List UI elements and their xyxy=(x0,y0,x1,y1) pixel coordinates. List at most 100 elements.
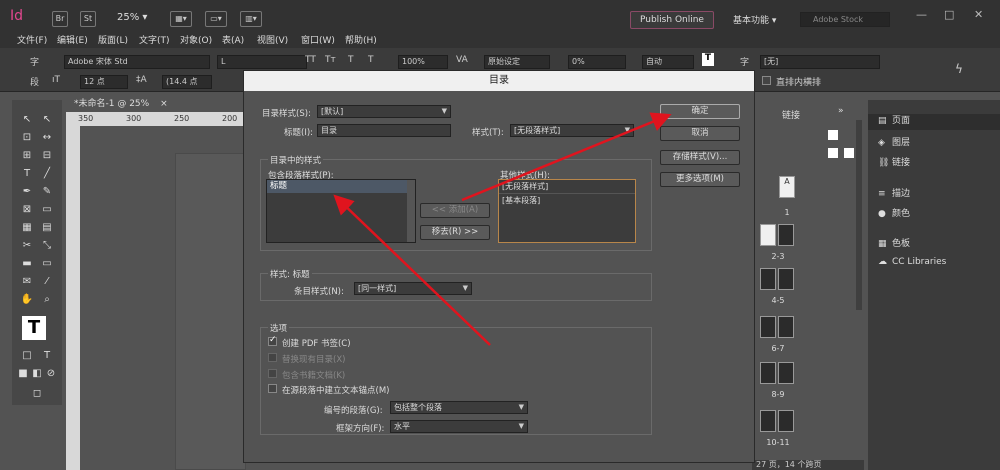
menu-object[interactable]: 对象(O) xyxy=(180,33,212,46)
view-options-icon[interactable]: ▦▾ xyxy=(170,11,192,27)
superscript-button[interactable]: T xyxy=(348,55,354,65)
character-style-field[interactable]: [无] xyxy=(760,55,880,69)
arrange-documents-icon[interactable]: ▥▾ xyxy=(240,11,262,27)
fill-stroke-swatch-icon[interactable]: T xyxy=(22,316,46,340)
content-collector-icon[interactable]: ⊞ xyxy=(20,150,34,162)
selection-tool-icon[interactable]: ↖ xyxy=(20,114,34,126)
auto-field[interactable]: 自动 xyxy=(642,55,694,69)
entry-style-select[interactable]: [同一样式] ▼ xyxy=(354,282,472,295)
parent-page-thumb[interactable] xyxy=(828,148,838,158)
pdf-bookmarks-checkbox[interactable] xyxy=(268,335,277,346)
eyedropper-tool-icon[interactable]: ⁄ xyxy=(40,276,54,288)
remove-button[interactable]: 移去(R) >> xyxy=(420,225,490,240)
font-style-field[interactable]: L xyxy=(217,55,307,69)
include-list-scrollbar[interactable] xyxy=(407,180,415,242)
scissors-tool-icon[interactable]: ✂ xyxy=(20,240,34,252)
list-item[interactable]: 标题 xyxy=(267,180,415,193)
line-tool-icon[interactable]: ╱ xyxy=(40,168,54,180)
vertical-in-horizontal-checkbox[interactable] xyxy=(762,76,771,85)
pencil-tool-icon[interactable]: ✎ xyxy=(40,186,54,198)
apply-gradient-icon[interactable]: ◧ xyxy=(30,368,44,380)
note-tool-icon[interactable]: ✉ xyxy=(20,276,34,288)
gradient-feather-tool-icon[interactable]: ▭ xyxy=(40,258,54,270)
font-size-field[interactable]: 12 点 xyxy=(80,75,128,89)
stock-search-input[interactable]: Adobe Stock xyxy=(800,12,890,27)
menu-file[interactable]: 文件(F) xyxy=(17,33,47,46)
rectangle-tool-icon[interactable]: ▭ xyxy=(40,204,54,216)
replace-toc-checkbox[interactable] xyxy=(268,353,277,362)
publish-online-button[interactable]: Publish Online xyxy=(630,11,714,29)
zoom-tool-icon[interactable]: ⌕ xyxy=(40,294,54,306)
layers-panel-button[interactable]: ◈ 图层 xyxy=(878,135,910,148)
menu-help[interactable]: 帮助(H) xyxy=(345,33,377,46)
cc-libraries-panel-button[interactable]: ☁ CC Libraries xyxy=(878,257,946,267)
workspace-switcher[interactable]: 基本功能 ▾ xyxy=(733,13,776,26)
page-thumb-9[interactable] xyxy=(778,362,794,384)
all-caps-button[interactable]: TT xyxy=(305,55,316,65)
other-styles-list[interactable]: [无段落样式] [基本段落] xyxy=(498,179,636,243)
include-book-checkbox[interactable] xyxy=(268,369,277,378)
direct-selection-tool-icon[interactable]: ↖ xyxy=(40,114,54,126)
ok-button[interactable]: 确定 xyxy=(660,104,740,119)
swatches-panel-button[interactable]: ▦ 色板 xyxy=(878,236,910,249)
font-family-field[interactable]: Adobe 宋体 Std xyxy=(64,55,210,69)
table-tool-icon[interactable]: ▦ xyxy=(20,222,34,234)
small-caps-button[interactable]: Tт xyxy=(325,55,336,65)
minimize-icon[interactable]: — xyxy=(916,8,927,21)
formatting-text-icon[interactable]: T xyxy=(40,350,54,362)
list-item[interactable]: [无段落样式] xyxy=(499,180,635,194)
page-tool-icon[interactable]: ⊡ xyxy=(20,132,34,144)
add-button[interactable]: << 添加(A) xyxy=(420,203,490,218)
include-styles-list[interactable]: 标题 xyxy=(266,179,416,243)
hand-tool-icon[interactable]: ✋ xyxy=(20,294,34,306)
screen-mode-icon[interactable]: ▭▾ xyxy=(205,11,227,27)
page-thumb-6[interactable] xyxy=(760,316,776,338)
free-transform-tool-icon[interactable]: ⤡ xyxy=(40,240,54,252)
page-thumb-3[interactable] xyxy=(778,224,794,246)
paragraph-mode-label[interactable]: 段 xyxy=(30,75,39,88)
toc-style-select[interactable]: [默认] ▼ xyxy=(317,105,451,118)
page-thumb-5[interactable] xyxy=(778,268,794,290)
panel-collapse-icon[interactable]: » xyxy=(838,106,844,116)
zoom-level-select[interactable]: 25% ▾ xyxy=(117,12,147,23)
title-style-select[interactable]: [无段落样式] ▼ xyxy=(510,124,634,137)
pages-panel-button[interactable]: ▤ 页面 xyxy=(868,114,1000,130)
rectangle-frame-tool-icon[interactable]: ⊠ xyxy=(20,204,34,216)
horizontal-scale-field[interactable]: 100% xyxy=(398,55,448,69)
content-placer-icon[interactable]: ⊟ xyxy=(40,150,54,162)
page-thumb-2[interactable] xyxy=(760,224,776,246)
links-panel-button[interactable]: ⛓ 链接 xyxy=(878,155,910,168)
character-mode-label[interactable]: 字 xyxy=(30,55,39,68)
formatting-container-icon[interactable]: □ xyxy=(20,350,34,362)
maximize-icon[interactable]: □ xyxy=(944,8,954,21)
menu-view[interactable]: 视图(V) xyxy=(257,33,288,46)
kerning-field[interactable]: 原始设定 xyxy=(484,55,550,69)
apply-none-icon[interactable]: ⊘ xyxy=(44,368,58,380)
gradient-swatch-tool-icon[interactable]: ▬ xyxy=(20,258,34,270)
text-color-icon[interactable]: T xyxy=(702,53,714,66)
page-thumb-11[interactable] xyxy=(778,410,794,432)
page-thumb-4[interactable] xyxy=(760,268,776,290)
apply-color-icon[interactable]: ■ xyxy=(16,368,30,380)
links-tab[interactable]: 链接 xyxy=(782,108,800,121)
page-thumb-10[interactable] xyxy=(760,410,776,432)
close-icon[interactable]: ✕ xyxy=(974,8,983,21)
tracking-field[interactable]: 0% xyxy=(568,55,626,69)
parent-page-thumb[interactable] xyxy=(844,148,854,158)
leading-field[interactable]: (14.4 点 xyxy=(162,75,212,89)
menu-table[interactable]: 表(A) xyxy=(222,33,244,46)
more-options-button[interactable]: 更多选项(M) xyxy=(660,172,740,187)
pages-scrollbar[interactable] xyxy=(856,120,862,310)
stock-button[interactable]: St xyxy=(80,11,96,27)
gap-tool-icon[interactable]: ↔ xyxy=(40,132,54,144)
text-anchor-checkbox[interactable] xyxy=(268,384,277,393)
page-thumb-8[interactable] xyxy=(760,362,776,384)
menu-edit[interactable]: 编辑(E) xyxy=(57,33,88,46)
save-style-button[interactable]: 存储样式(V)... xyxy=(660,150,740,165)
subscript-button[interactable]: T xyxy=(368,55,374,65)
page-thumb-1[interactable]: A xyxy=(779,176,795,198)
type-tool-icon[interactable]: T xyxy=(20,168,34,180)
grid-tool-icon[interactable]: ▤ xyxy=(40,222,54,234)
frame-direction-select[interactable]: 水平 ▼ xyxy=(390,420,528,433)
page-thumb-7[interactable] xyxy=(778,316,794,338)
